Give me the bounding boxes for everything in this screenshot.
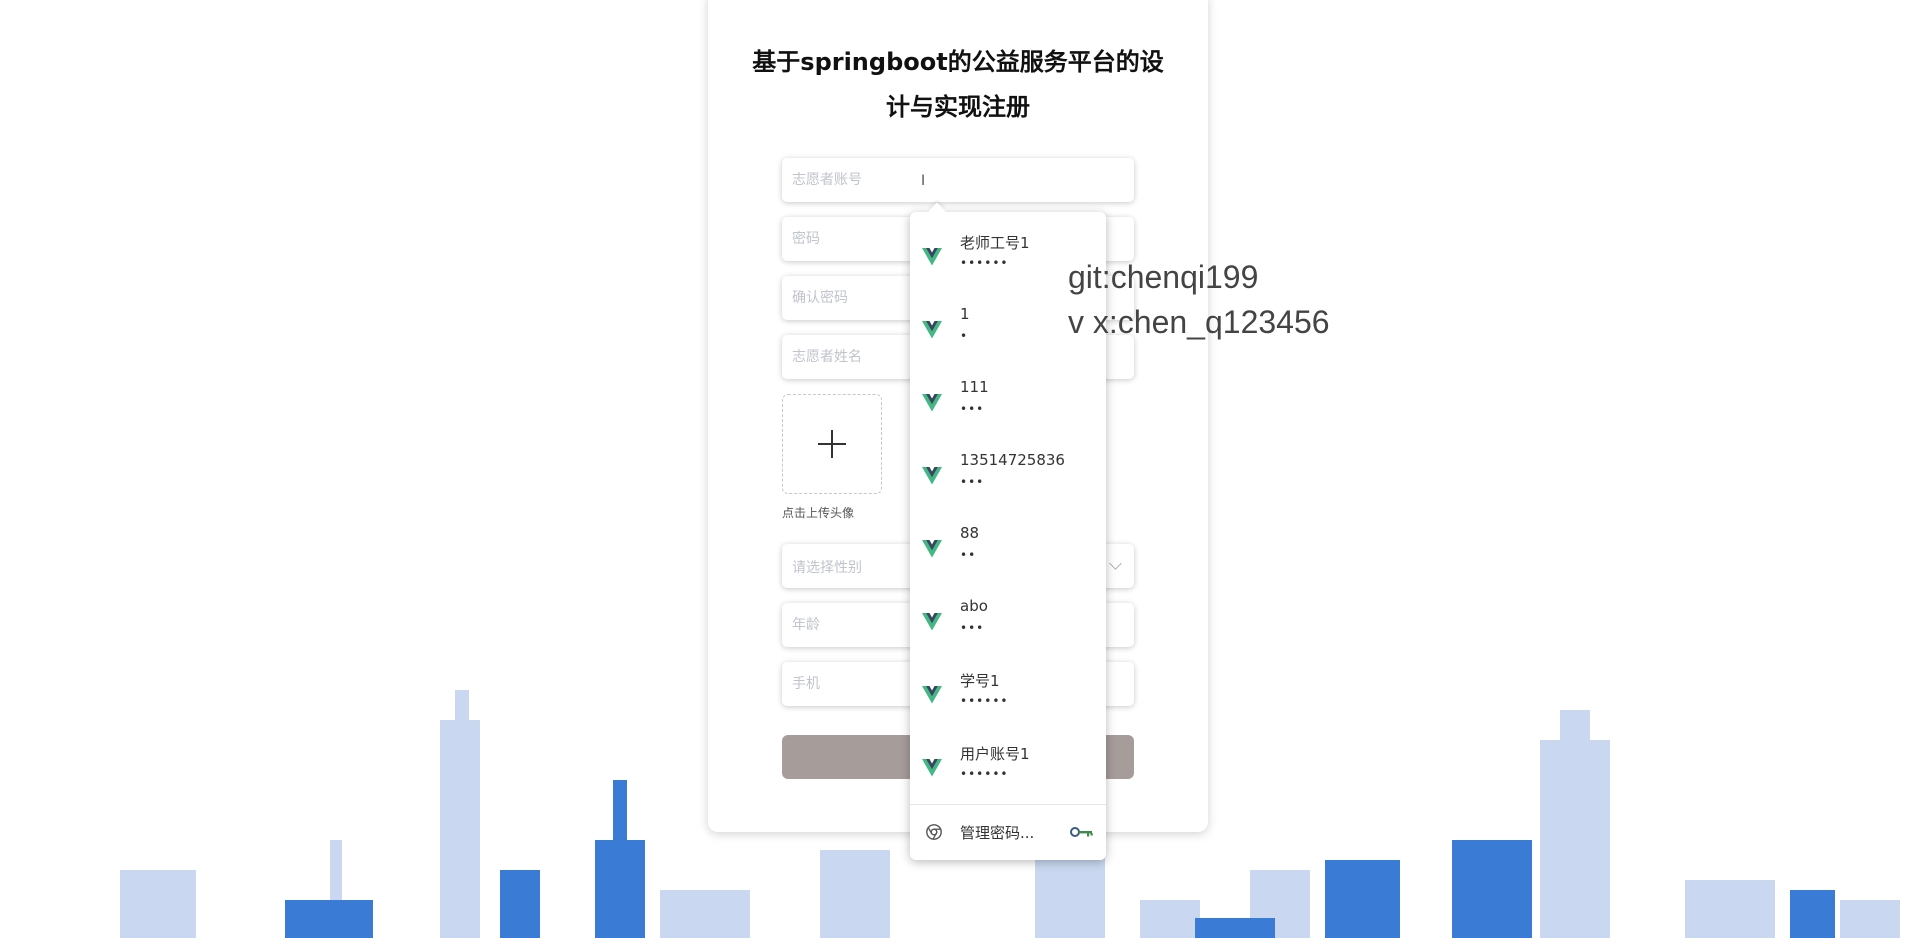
suggestion-username: 1 xyxy=(960,305,970,323)
plus-icon xyxy=(818,430,846,458)
suggestion-username: 老师工号1 xyxy=(960,234,1030,252)
suggestion-username: 88 xyxy=(960,524,980,542)
autofill-suggestion[interactable]: 学号1 •••••• xyxy=(910,658,1106,731)
manage-passwords-label: 管理密码... xyxy=(960,824,1035,842)
watermark-overlay: git:chenqi199 v x:chen_q123456 xyxy=(1068,255,1330,345)
suggestion-username: 用户账号1 xyxy=(960,745,1030,763)
autofill-suggestion[interactable]: 88 •• xyxy=(910,512,1106,585)
suggestion-password-mask: ••• xyxy=(960,402,985,416)
autofill-suggestion[interactable]: 111 ••• xyxy=(910,366,1106,439)
account-input[interactable] xyxy=(782,158,1134,202)
chrome-icon xyxy=(926,824,942,840)
autofill-suggestion[interactable]: 13514725836 ••• xyxy=(910,439,1106,512)
vue-logo-icon xyxy=(922,540,942,558)
vue-logo-icon xyxy=(922,467,942,485)
chevron-down-icon xyxy=(1109,557,1122,570)
suggestion-password-mask: •••••• xyxy=(960,694,1009,708)
avatar-upload[interactable] xyxy=(782,394,882,494)
vue-logo-icon xyxy=(922,686,942,704)
suggestion-password-mask: ••• xyxy=(960,621,985,635)
vue-logo-icon xyxy=(922,759,942,777)
manage-passwords-item[interactable]: 管理密码... xyxy=(910,805,1106,861)
key-icon xyxy=(1070,827,1093,837)
account-field[interactable]: I xyxy=(782,158,1134,202)
suggestion-username: 111 xyxy=(960,378,989,396)
suggestion-password-mask: •••••• xyxy=(960,767,1009,781)
registration-page: 基于springboot的公益服务平台的设计与实现注册 I 点击上传头像 请选择… xyxy=(0,0,1916,938)
overlay-line-wechat: v x:chen_q123456 xyxy=(1068,304,1330,340)
vue-logo-icon xyxy=(922,248,942,266)
suggestion-username: abo xyxy=(960,597,988,615)
overlay-line-git: git:chenqi199 xyxy=(1068,259,1259,295)
suggestion-password-mask: •••••• xyxy=(960,256,1009,270)
text-cursor-icon: I xyxy=(921,173,926,189)
suggestion-password-mask: •• xyxy=(960,548,977,562)
autofill-suggestion[interactable]: 用户账号1 •••••• xyxy=(910,731,1106,804)
vue-logo-icon xyxy=(922,394,942,412)
suggestion-username: 学号1 xyxy=(960,672,1000,690)
suggestion-password-mask: ••• xyxy=(960,475,985,489)
gender-placeholder: 请选择性别 xyxy=(792,560,862,576)
vue-logo-icon xyxy=(922,613,942,631)
suggestion-password-mask: • xyxy=(960,329,969,343)
autofill-suggestion[interactable]: abo ••• xyxy=(910,585,1106,658)
upload-label: 点击上传头像 xyxy=(782,506,855,520)
suggestion-username: 13514725836 xyxy=(960,451,1065,469)
vue-logo-icon xyxy=(922,321,942,339)
page-title: 基于springboot的公益服务平台的设计与实现注册 xyxy=(752,48,1164,121)
